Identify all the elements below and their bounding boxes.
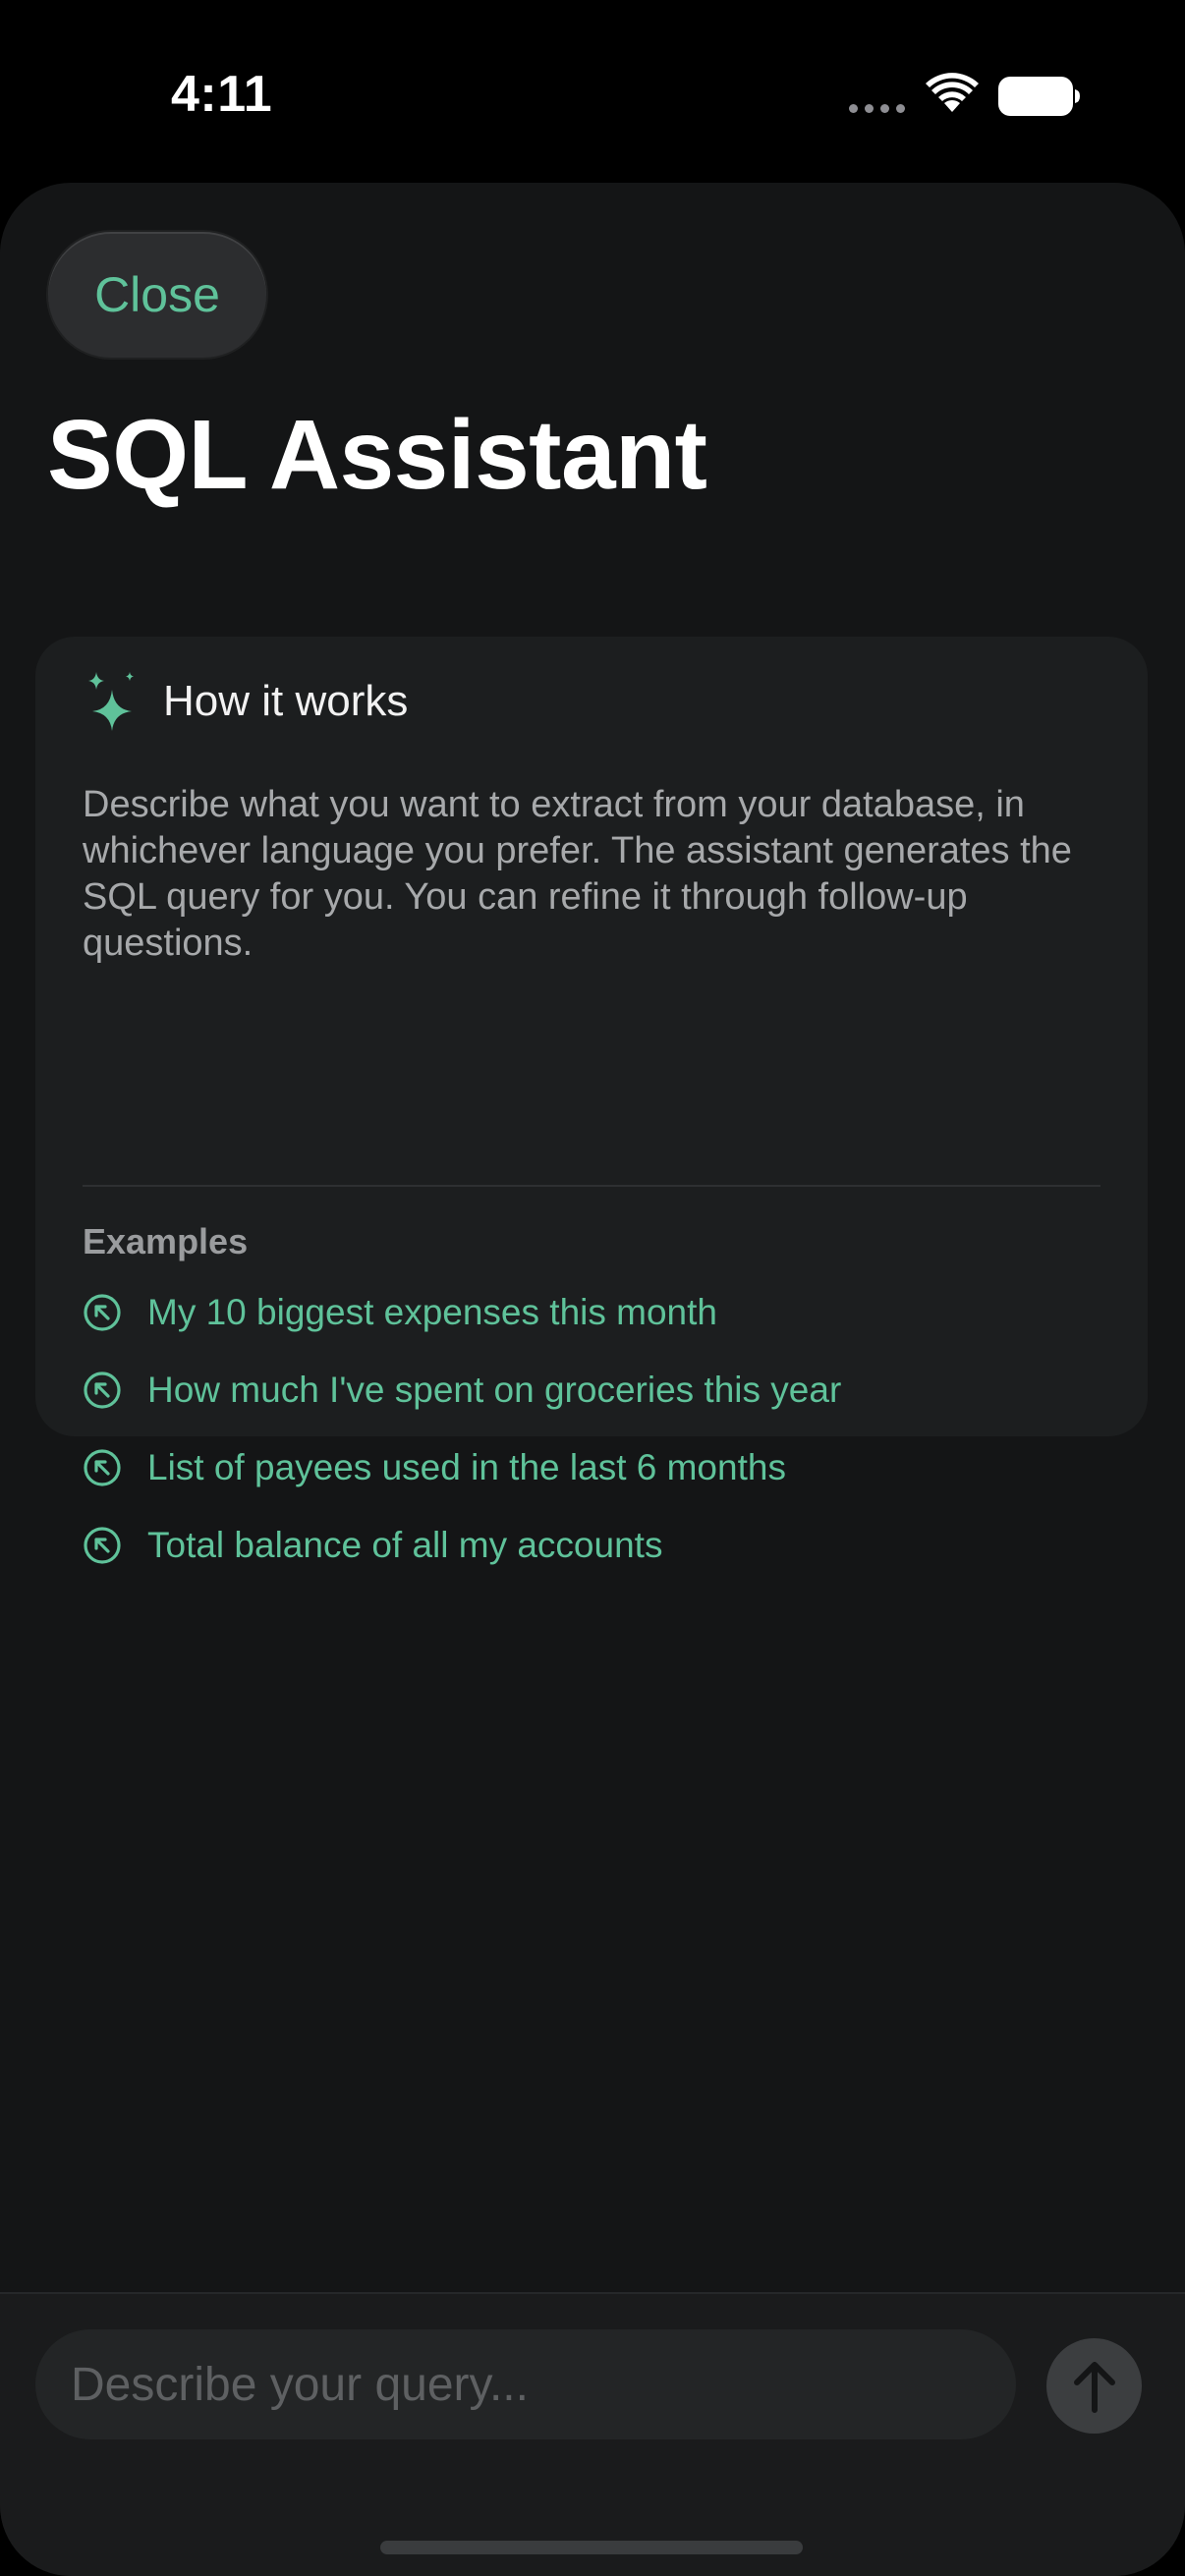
how-it-works-card: How it works Describe what you want to e… <box>35 637 1148 1565</box>
divider <box>83 1185 1100 1187</box>
sparkles-icon <box>88 672 134 731</box>
arrow-up-left-circle-icon <box>84 1526 121 1564</box>
example-item[interactable]: Total balance of all my accounts <box>83 1506 841 1584</box>
home-indicator <box>380 2541 803 2554</box>
wifi-icon <box>926 73 979 112</box>
card-title: How it works <box>163 677 409 725</box>
cellular-signal-icon <box>849 104 905 113</box>
example-label: Total balance of all my accounts <box>147 1524 663 1565</box>
examples-list: My 10 biggest expenses this month How mu… <box>83 1273 841 1584</box>
examples-heading: Examples <box>83 1221 249 1261</box>
example-item[interactable]: How much I've spent on groceries this ye… <box>83 1351 841 1428</box>
screen: 4:11 Close SQL Assistant How it works De… <box>0 0 1185 2576</box>
arrow-up-left-circle-icon <box>84 1371 121 1409</box>
card-header: How it works <box>85 670 408 733</box>
send-button[interactable] <box>1046 2338 1142 2434</box>
query-input[interactable] <box>35 2329 1016 2439</box>
page-title: SQL Assistant <box>47 400 707 510</box>
close-button[interactable]: Close <box>48 232 266 358</box>
arrow-up-left-circle-icon <box>84 1293 121 1331</box>
example-item[interactable]: List of payees used in the last 6 months <box>83 1428 841 1506</box>
assistant-sheet: Close SQL Assistant How it works Describ… <box>0 183 1185 2576</box>
status-time: 4:11 <box>171 66 273 123</box>
status-bar: 4:11 <box>0 0 1185 183</box>
arrow-up-left-circle-icon <box>84 1448 121 1486</box>
composer-bar <box>0 2292 1185 2576</box>
battery-icon <box>998 77 1080 116</box>
card-description: Describe what you want to extract from y… <box>83 784 1072 964</box>
example-item[interactable]: My 10 biggest expenses this month <box>83 1273 841 1351</box>
example-label: How much I've spent on groceries this ye… <box>147 1369 842 1410</box>
example-label: List of payees used in the last 6 months <box>147 1446 786 1487</box>
arrow-up-icon <box>1073 2361 1115 2413</box>
example-label: My 10 biggest expenses this month <box>147 1291 717 1332</box>
